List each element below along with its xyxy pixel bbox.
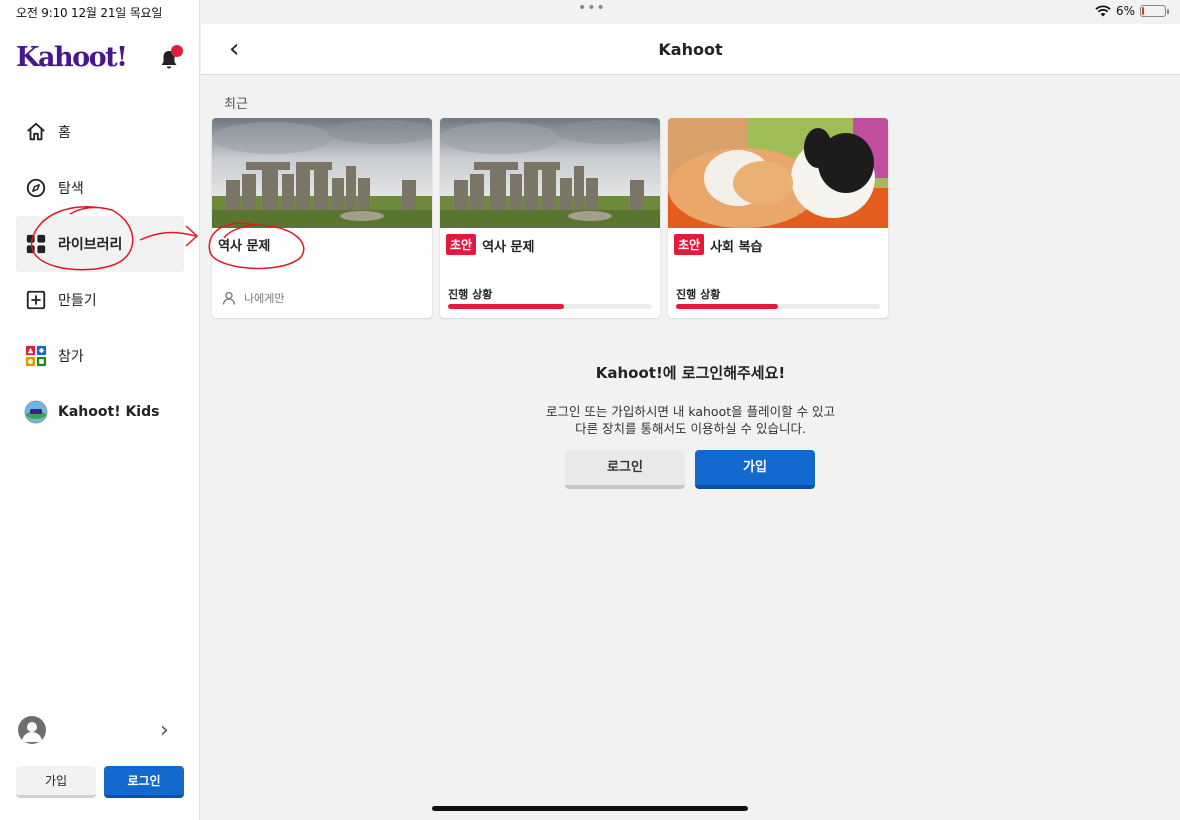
topbar: ‹ Kahoot <box>201 24 1180 75</box>
join-icon <box>24 344 48 368</box>
draft-badge: 초안 <box>674 234 705 255</box>
sidebar-item-explore[interactable]: 탐색 <box>16 160 184 216</box>
card-title-row: 초안 사회 복습 <box>674 234 762 255</box>
compass-icon <box>24 176 48 200</box>
sidebar: Kahoot! 홈 탐색 라이브러리 만들기 참가 Kahoot! Kids ›… <box>0 0 200 820</box>
battery-level <box>1142 7 1144 15</box>
kahoot-card[interactable]: 초안 역사 문제 진행 상황 <box>440 118 660 318</box>
user-icon <box>222 291 236 305</box>
kids-icon <box>24 400 48 424</box>
login-prompt-buttons: 로그인 가입 <box>565 450 815 489</box>
recent-kahoots-list: 역사 문제 나에게만 초안 역사 문제 진행 상황 초안 사회 복습 진행 상황 <box>212 118 888 318</box>
wifi-icon <box>1095 5 1111 17</box>
stonehenge-thumbnail <box>440 118 660 228</box>
sidebar-item-kids[interactable]: Kahoot! Kids <box>16 384 184 440</box>
sidebar-item-library[interactable]: 라이브러리 <box>16 216 184 272</box>
stonehenge-thumbnail <box>212 118 432 228</box>
cats-thumbnail <box>668 118 888 228</box>
home-icon <box>24 120 48 144</box>
sidebar-item-label: 라이브러리 <box>58 237 123 253</box>
kahoot-card[interactable]: 초안 사회 복습 진행 상황 <box>668 118 888 318</box>
library-icon <box>24 232 48 256</box>
card-title-row: 초안 역사 문제 <box>446 234 534 255</box>
page-title: Kahoot <box>658 40 723 59</box>
kahoot-logo[interactable]: Kahoot! <box>16 42 128 73</box>
card-title: 사회 복습 <box>710 239 763 255</box>
status-bar: 오전 9:10 12월 21일 목요일 ••• 6% <box>0 0 1180 24</box>
sidebar-item-home[interactable]: 홈 <box>16 104 184 160</box>
chevron-right-icon[interactable]: › <box>160 718 169 743</box>
home-indicator[interactable] <box>432 806 748 811</box>
sidebar-login-button[interactable]: 로그인 <box>104 766 184 798</box>
progress-bar <box>448 304 652 309</box>
card-owner: 나에게만 <box>222 290 284 306</box>
login-button[interactable]: 로그인 <box>565 450 685 489</box>
progress-label: 진행 상황 <box>448 288 493 301</box>
battery-percent: 6% <box>1115 4 1135 18</box>
sidebar-item-label: 만들기 <box>58 293 97 309</box>
progress-label: 진행 상황 <box>676 288 721 301</box>
status-right: 6% <box>1095 4 1169 18</box>
sidebar-item-join[interactable]: 참가 <box>16 328 184 384</box>
draft-badge: 초안 <box>446 234 477 255</box>
card-visibility: 나에게만 <box>244 292 285 305</box>
card-title-row: 역사 문제 <box>218 234 270 254</box>
sidebar-item-label: Kahoot! Kids <box>58 404 160 420</box>
sidebar-signup-button[interactable]: 가입 <box>16 766 96 798</box>
progress-fill <box>448 304 565 309</box>
section-label-recent: 최근 <box>224 97 248 112</box>
progress-fill <box>676 304 778 309</box>
sidebar-item-label: 홈 <box>58 125 71 141</box>
sidebar-item-label: 참가 <box>58 349 84 365</box>
sidebar-nav: 홈 탐색 라이브러리 만들기 참가 Kahoot! Kids <box>16 104 184 440</box>
avatar-icon[interactable] <box>18 716 46 744</box>
sidebar-item-create[interactable]: 만들기 <box>16 272 184 328</box>
login-prompt: Kahoot!에 로그인해주세요! 로그인 또는 가입하시면 내 kahoot을… <box>201 362 1180 437</box>
kahoot-card[interactable]: 역사 문제 나에게만 <box>212 118 432 318</box>
sidebar-item-label: 탐색 <box>58 181 84 197</box>
notification-dot <box>171 45 183 57</box>
card-title: 역사 문제 <box>218 239 271 254</box>
multitasking-dots-icon[interactable]: ••• <box>578 0 606 16</box>
status-time: 오전 9:10 12월 21일 목요일 <box>16 6 163 20</box>
battery-icon <box>1140 5 1169 17</box>
card-title: 역사 문제 <box>482 239 535 255</box>
login-prompt-description: 로그인 또는 가입하시면 내 kahoot을 플레이할 수 있고 다른 장치를 … <box>545 404 836 436</box>
login-prompt-title: Kahoot!에 로그인해주세요! <box>595 364 786 382</box>
plus-square-icon <box>24 288 48 312</box>
progress-bar <box>676 304 880 309</box>
signup-button[interactable]: 가입 <box>695 450 815 489</box>
